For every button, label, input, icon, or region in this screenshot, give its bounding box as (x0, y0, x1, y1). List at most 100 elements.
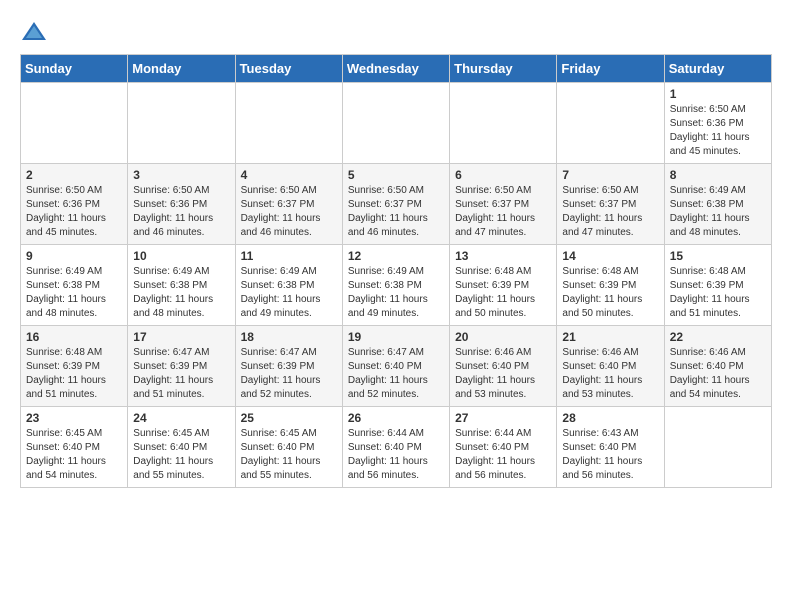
calendar-cell: 28Sunrise: 6:43 AM Sunset: 6:40 PM Dayli… (557, 407, 664, 488)
day-header-tuesday: Tuesday (235, 55, 342, 83)
day-header-monday: Monday (128, 55, 235, 83)
day-info: Sunrise: 6:44 AM Sunset: 6:40 PM Dayligh… (455, 427, 551, 483)
day-number: 25 (241, 411, 337, 425)
day-info: Sunrise: 6:49 AM Sunset: 6:38 PM Dayligh… (133, 265, 229, 321)
calendar-table: SundayMondayTuesdayWednesdayThursdayFrid… (20, 54, 772, 488)
day-number: 26 (348, 411, 444, 425)
day-number: 1 (670, 87, 766, 101)
day-number: 14 (562, 249, 658, 263)
day-number: 3 (133, 168, 229, 182)
day-info: Sunrise: 6:49 AM Sunset: 6:38 PM Dayligh… (241, 265, 337, 321)
calendar-cell: 11 Sunrise: 6:49 AM Sunset: 6:38 PM Dayli… (235, 245, 342, 326)
day-info: Sunrise: 6:43 AM Sunset: 6:40 PM Dayligh… (562, 427, 658, 483)
calendar-week-row: 16Sunrise: 6:48 AM Sunset: 6:39 PM Dayli… (21, 326, 772, 407)
calendar-cell: 5 Sunrise: 6:50 AM Sunset: 6:37 PM Daylig… (342, 164, 449, 245)
day-number: 5 (348, 168, 444, 182)
calendar-cell: 4 Sunrise: 6:50 AM Sunset: 6:37 PM Daylig… (235, 164, 342, 245)
day-header-friday: Friday (557, 55, 664, 83)
day-info: Sunrise: 6:50 AM Sunset: 6:37 PM Dayligh… (455, 184, 551, 240)
calendar-cell: 2 Sunrise: 6:50 AM Sunset: 6:36 PM Daylig… (21, 164, 128, 245)
calendar-cell (235, 83, 342, 164)
day-header-thursday: Thursday (450, 55, 557, 83)
day-number: 13 (455, 249, 551, 263)
day-info: Sunrise: 6:50 AM Sunset: 6:36 PM Dayligh… (670, 103, 766, 159)
calendar-cell: 1 Sunrise: 6:50 AM Sunset: 6:36 PM Daylig… (664, 83, 771, 164)
calendar-cell: 19Sunrise: 6:47 AM Sunset: 6:40 PM Dayli… (342, 326, 449, 407)
day-info: Sunrise: 6:45 AM Sunset: 6:40 PM Dayligh… (241, 427, 337, 483)
day-info: Sunrise: 6:46 AM Sunset: 6:40 PM Dayligh… (670, 346, 766, 402)
calendar-cell: 13 Sunrise: 6:48 AM Sunset: 6:39 PM Dayli… (450, 245, 557, 326)
calendar-cell: 7 Sunrise: 6:50 AM Sunset: 6:37 PM Daylig… (557, 164, 664, 245)
day-info: Sunrise: 6:50 AM Sunset: 6:36 PM Dayligh… (133, 184, 229, 240)
day-header-sunday: Sunday (21, 55, 128, 83)
day-number: 24 (133, 411, 229, 425)
calendar-cell: 22 Sunrise: 6:46 AM Sunset: 6:40 PM Dayli… (664, 326, 771, 407)
calendar-week-row: 23 Sunrise: 6:45 AM Sunset: 6:40 PM Dayli… (21, 407, 772, 488)
calendar-cell: 16Sunrise: 6:48 AM Sunset: 6:39 PM Dayli… (21, 326, 128, 407)
page-header (20, 20, 772, 44)
calendar-cell: 3 Sunrise: 6:50 AM Sunset: 6:36 PM Daylig… (128, 164, 235, 245)
day-header-saturday: Saturday (664, 55, 771, 83)
day-number: 23 (26, 411, 122, 425)
calendar-cell: 26 Sunrise: 6:44 AM Sunset: 6:40 PM Dayli… (342, 407, 449, 488)
day-number: 2 (26, 168, 122, 182)
day-number: 10 (133, 249, 229, 263)
calendar-week-row: 1 Sunrise: 6:50 AM Sunset: 6:36 PM Daylig… (21, 83, 772, 164)
day-header-wednesday: Wednesday (342, 55, 449, 83)
day-number: 19 (348, 330, 444, 344)
day-number: 22 (670, 330, 766, 344)
calendar-cell (664, 407, 771, 488)
calendar-cell (342, 83, 449, 164)
calendar-cell: 8Sunrise: 6:49 AM Sunset: 6:38 PM Daylig… (664, 164, 771, 245)
day-info: Sunrise: 6:49 AM Sunset: 6:38 PM Dayligh… (348, 265, 444, 321)
calendar-cell: 21 Sunrise: 6:46 AM Sunset: 6:40 PM Dayli… (557, 326, 664, 407)
day-number: 4 (241, 168, 337, 182)
calendar-header-row: SundayMondayTuesdayWednesdayThursdayFrid… (21, 55, 772, 83)
calendar-cell (557, 83, 664, 164)
day-number: 27 (455, 411, 551, 425)
day-number: 20 (455, 330, 551, 344)
day-info: Sunrise: 6:45 AM Sunset: 6:40 PM Dayligh… (26, 427, 122, 483)
calendar-cell: 23 Sunrise: 6:45 AM Sunset: 6:40 PM Dayli… (21, 407, 128, 488)
day-number: 6 (455, 168, 551, 182)
day-info: Sunrise: 6:44 AM Sunset: 6:40 PM Dayligh… (348, 427, 444, 483)
calendar-cell: 14 Sunrise: 6:48 AM Sunset: 6:39 PM Dayli… (557, 245, 664, 326)
calendar-week-row: 2 Sunrise: 6:50 AM Sunset: 6:36 PM Daylig… (21, 164, 772, 245)
day-info: Sunrise: 6:46 AM Sunset: 6:40 PM Dayligh… (562, 346, 658, 402)
day-number: 15 (670, 249, 766, 263)
calendar-cell: 10 Sunrise: 6:49 AM Sunset: 6:38 PM Dayli… (128, 245, 235, 326)
calendar-cell: 27 Sunrise: 6:44 AM Sunset: 6:40 PM Dayli… (450, 407, 557, 488)
day-info: Sunrise: 6:48 AM Sunset: 6:39 PM Dayligh… (562, 265, 658, 321)
calendar-cell: 25 Sunrise: 6:45 AM Sunset: 6:40 PM Dayli… (235, 407, 342, 488)
calendar-cell: 20 Sunrise: 6:46 AM Sunset: 6:40 PM Dayli… (450, 326, 557, 407)
day-info: Sunrise: 6:47 AM Sunset: 6:39 PM Dayligh… (133, 346, 229, 402)
day-number: 7 (562, 168, 658, 182)
day-number: 17 (133, 330, 229, 344)
day-info: Sunrise: 6:47 AM Sunset: 6:39 PM Dayligh… (241, 346, 337, 402)
day-number: 12 (348, 249, 444, 263)
day-info: Sunrise: 6:50 AM Sunset: 6:36 PM Dayligh… (26, 184, 122, 240)
day-number: 21 (562, 330, 658, 344)
calendar-cell: 9Sunrise: 6:49 AM Sunset: 6:38 PM Daylig… (21, 245, 128, 326)
calendar-cell: 17 Sunrise: 6:47 AM Sunset: 6:39 PM Dayli… (128, 326, 235, 407)
logo-icon (20, 20, 48, 44)
day-number: 11 (241, 249, 337, 263)
day-info: Sunrise: 6:50 AM Sunset: 6:37 PM Dayligh… (348, 184, 444, 240)
calendar-week-row: 9Sunrise: 6:49 AM Sunset: 6:38 PM Daylig… (21, 245, 772, 326)
day-info: Sunrise: 6:48 AM Sunset: 6:39 PM Dayligh… (455, 265, 551, 321)
day-info: Sunrise: 6:48 AM Sunset: 6:39 PM Dayligh… (670, 265, 766, 321)
calendar-cell (128, 83, 235, 164)
day-info: Sunrise: 6:45 AM Sunset: 6:40 PM Dayligh… (133, 427, 229, 483)
calendar-cell: 12 Sunrise: 6:49 AM Sunset: 6:38 PM Dayli… (342, 245, 449, 326)
day-info: Sunrise: 6:48 AM Sunset: 6:39 PM Dayligh… (26, 346, 122, 402)
day-info: Sunrise: 6:50 AM Sunset: 6:37 PM Dayligh… (241, 184, 337, 240)
calendar-cell: 6 Sunrise: 6:50 AM Sunset: 6:37 PM Daylig… (450, 164, 557, 245)
calendar-cell (450, 83, 557, 164)
calendar-cell: 24 Sunrise: 6:45 AM Sunset: 6:40 PM Dayli… (128, 407, 235, 488)
day-info: Sunrise: 6:46 AM Sunset: 6:40 PM Dayligh… (455, 346, 551, 402)
day-info: Sunrise: 6:49 AM Sunset: 6:38 PM Dayligh… (26, 265, 122, 321)
day-info: Sunrise: 6:50 AM Sunset: 6:37 PM Dayligh… (562, 184, 658, 240)
day-info: Sunrise: 6:49 AM Sunset: 6:38 PM Dayligh… (670, 184, 766, 240)
calendar-cell: 15 Sunrise: 6:48 AM Sunset: 6:39 PM Dayli… (664, 245, 771, 326)
day-number: 18 (241, 330, 337, 344)
